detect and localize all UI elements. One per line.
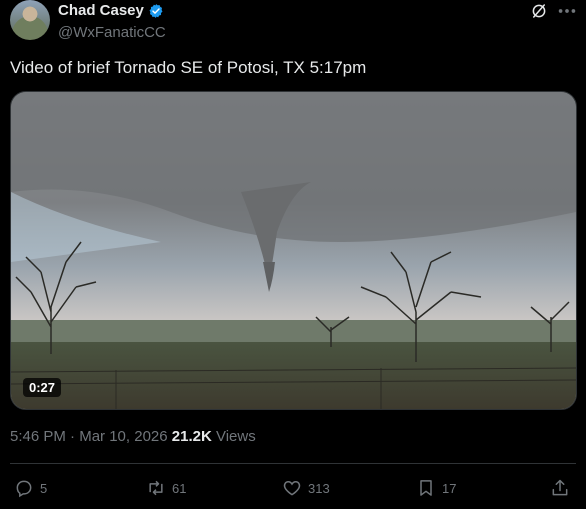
tweet-time[interactable]: 5:46 PM bbox=[10, 428, 66, 445]
action-bar: 5 61 313 17 bbox=[0, 478, 586, 502]
verified-badge-icon bbox=[149, 3, 163, 18]
video-duration: 0:27 bbox=[23, 378, 62, 397]
tornado-video-frame bbox=[11, 92, 576, 409]
reply-button[interactable]: 5 bbox=[14, 478, 47, 498]
bookmark-count: 17 bbox=[442, 480, 457, 496]
views-count: 21.2K bbox=[171, 428, 212, 445]
video-player[interactable]: 0:27 bbox=[10, 91, 577, 410]
author-name-row: Chad Casey bbox=[58, 2, 164, 19]
bookmark-icon bbox=[420, 480, 432, 496]
tweet-text: Video of brief Tornado SE of Potosi, TX … bbox=[10, 58, 367, 77]
repost-count: 61 bbox=[172, 480, 187, 496]
author-name[interactable]: Chad Casey bbox=[58, 2, 144, 19]
bookmark-button[interactable]: 17 bbox=[416, 478, 456, 498]
repost-button[interactable]: 61 bbox=[146, 478, 186, 498]
author-handle[interactable]: @WxFanaticCC bbox=[58, 24, 166, 41]
like-count: 313 bbox=[308, 480, 330, 496]
tweet-date[interactable]: Mar 10, 2026 bbox=[79, 428, 167, 445]
tweet-meta: 5:46 PM · Mar 10, 2026 21.2K Views bbox=[10, 428, 256, 445]
meta-separator: · bbox=[65, 428, 80, 445]
share-icon bbox=[552, 479, 568, 496]
views-label: Views bbox=[211, 428, 256, 445]
share-button[interactable] bbox=[550, 478, 570, 498]
divider bbox=[10, 463, 576, 464]
grok-icon[interactable] bbox=[530, 2, 548, 20]
reply-count: 5 bbox=[40, 480, 48, 496]
repost-icon bbox=[149, 480, 163, 496]
reply-icon bbox=[16, 480, 32, 498]
more-icon[interactable] bbox=[556, 2, 578, 20]
like-button[interactable]: 313 bbox=[282, 478, 330, 498]
author-avatar[interactable] bbox=[10, 0, 50, 40]
like-icon bbox=[283, 480, 301, 496]
